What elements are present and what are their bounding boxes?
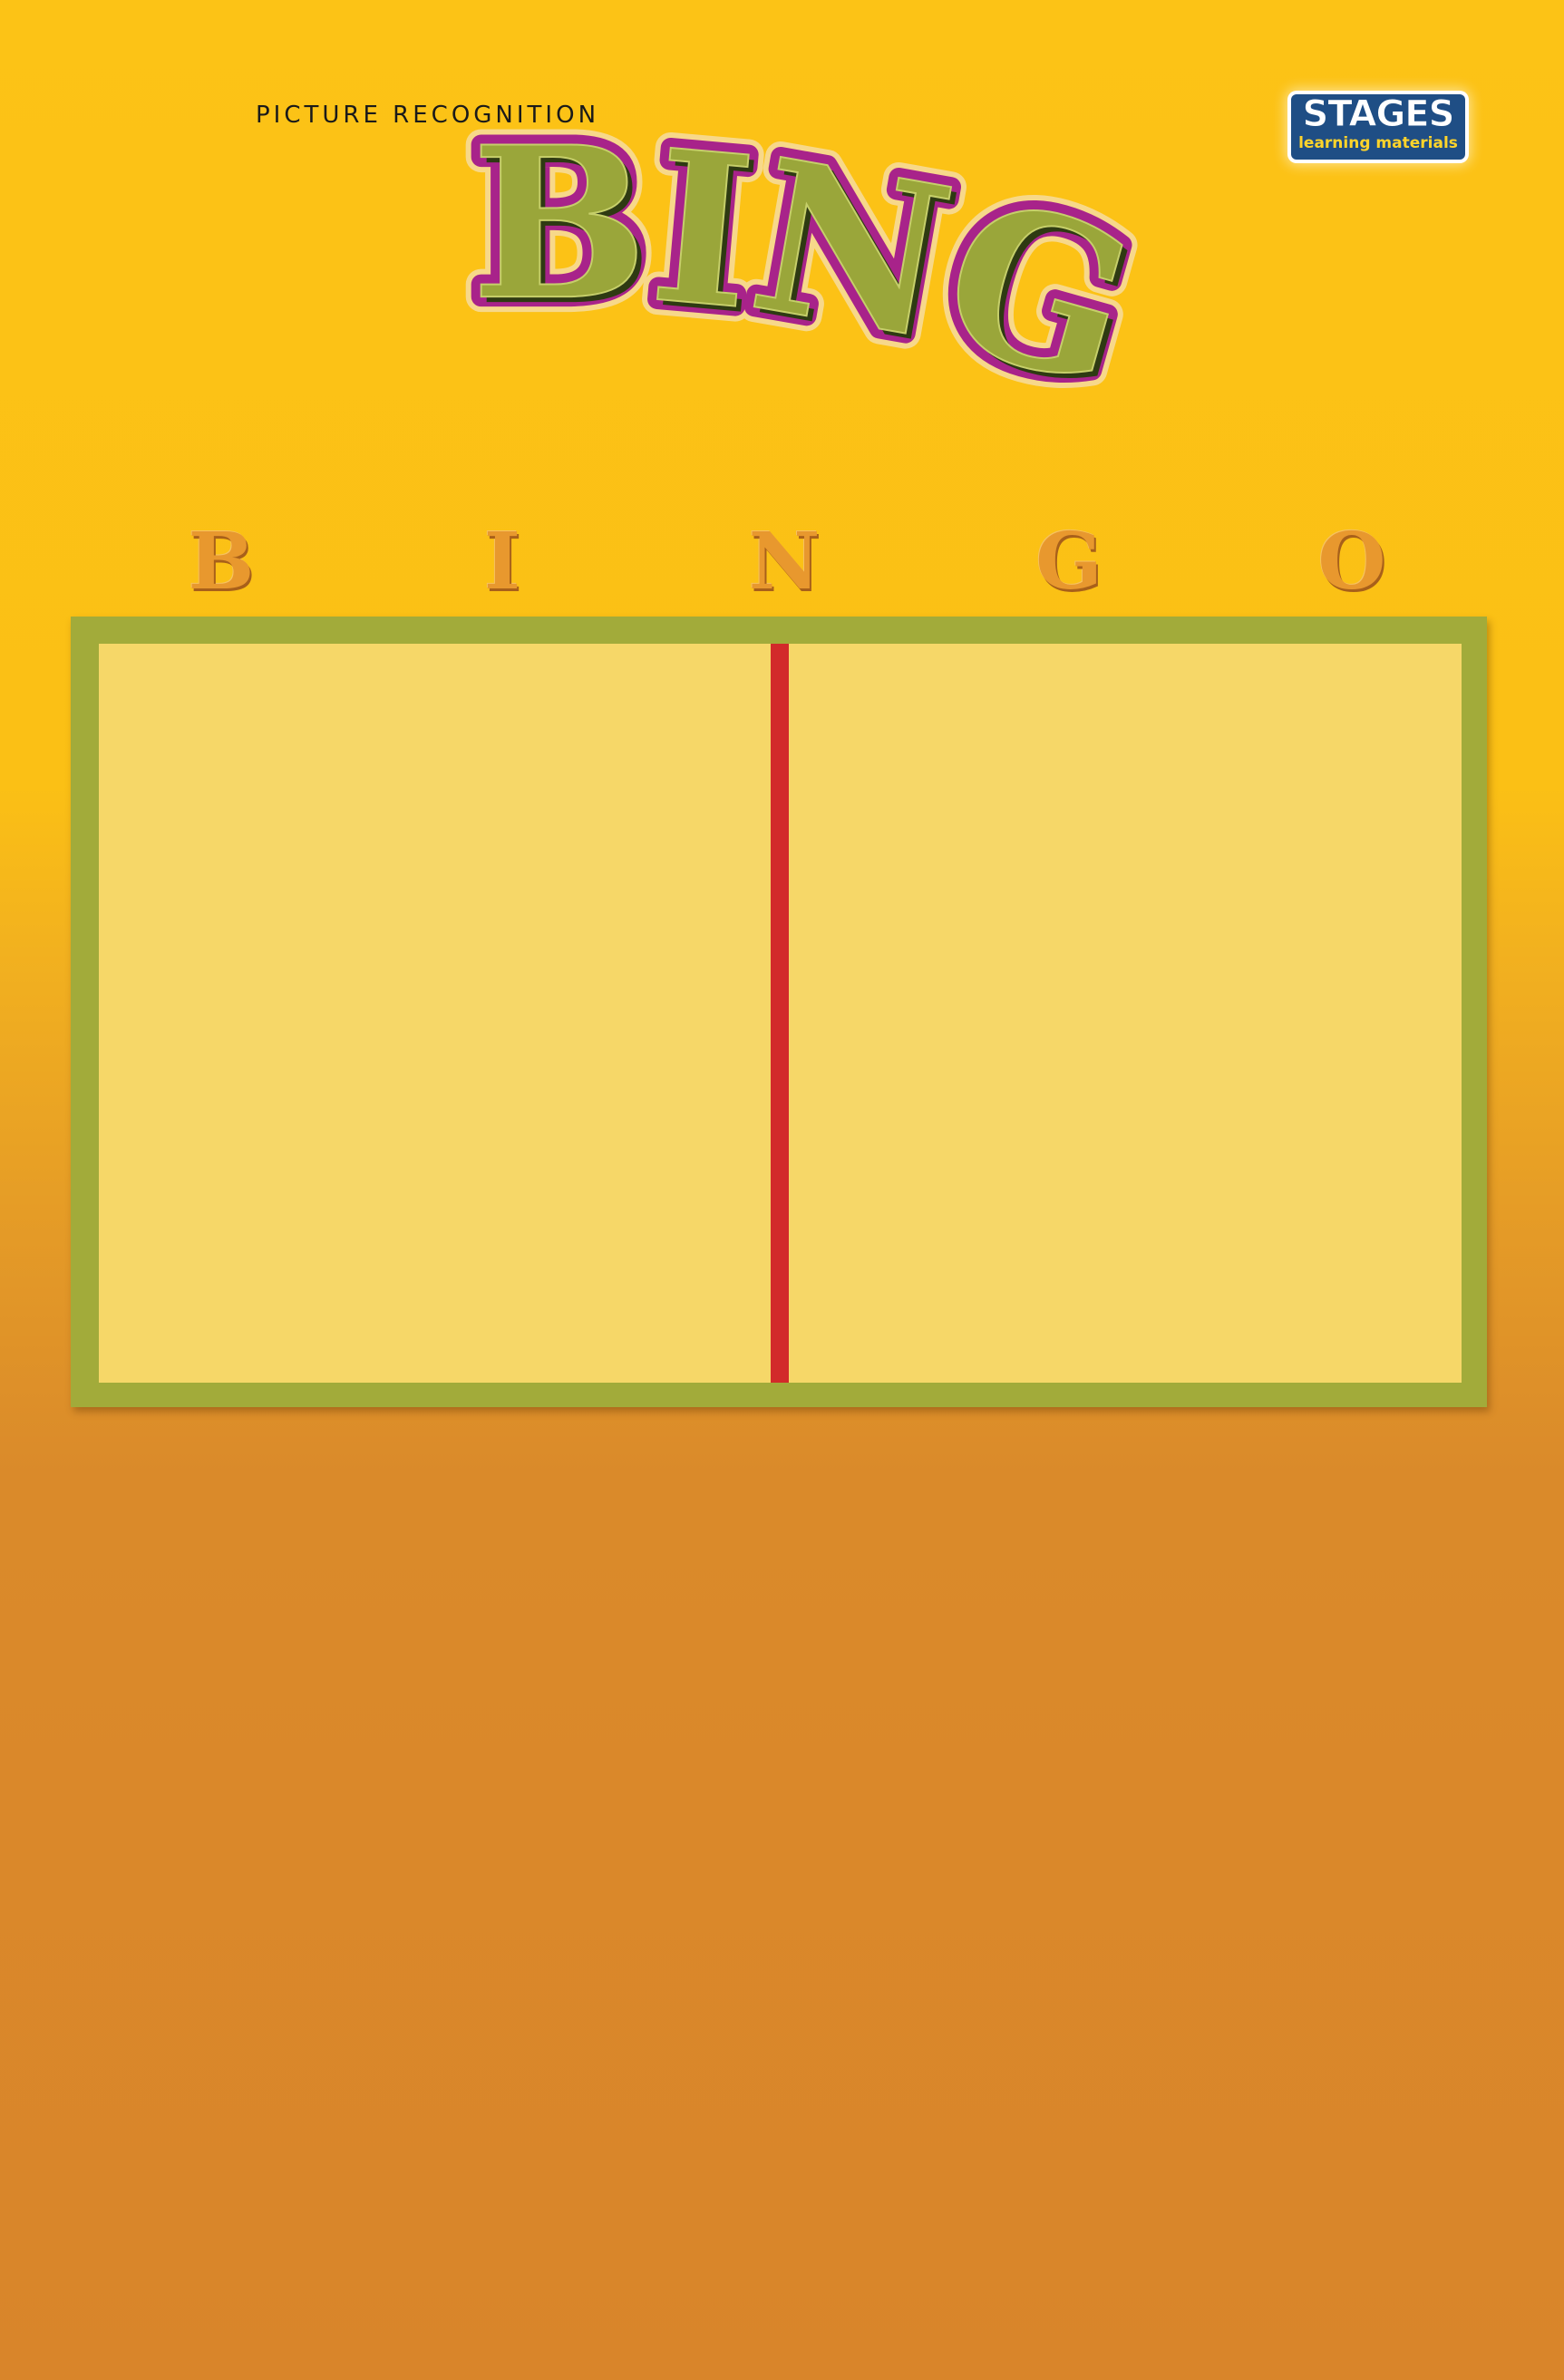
- column-letter-o: O: [1317, 516, 1386, 607]
- stages-logo: STAGES learning materials: [1291, 94, 1465, 160]
- bingo-title-logo: BINGO BINGO BINGO BINGO: [435, 91, 1142, 435]
- board-center-divider: [771, 644, 789, 1383]
- title-text: BINGO: [435, 91, 1142, 435]
- column-letter-i: I: [483, 516, 521, 607]
- logo-brand-text: STAGES: [1302, 94, 1455, 135]
- bingo-board: [71, 617, 1487, 1407]
- column-letter-g: G: [1035, 516, 1103, 607]
- column-header-row: B I N G O: [0, 517, 1564, 617]
- column-letter-n: N: [748, 516, 821, 607]
- board-field: [99, 644, 1462, 1383]
- column-letter-b: B: [188, 516, 255, 607]
- logo-tagline: learning materials: [1298, 134, 1458, 152]
